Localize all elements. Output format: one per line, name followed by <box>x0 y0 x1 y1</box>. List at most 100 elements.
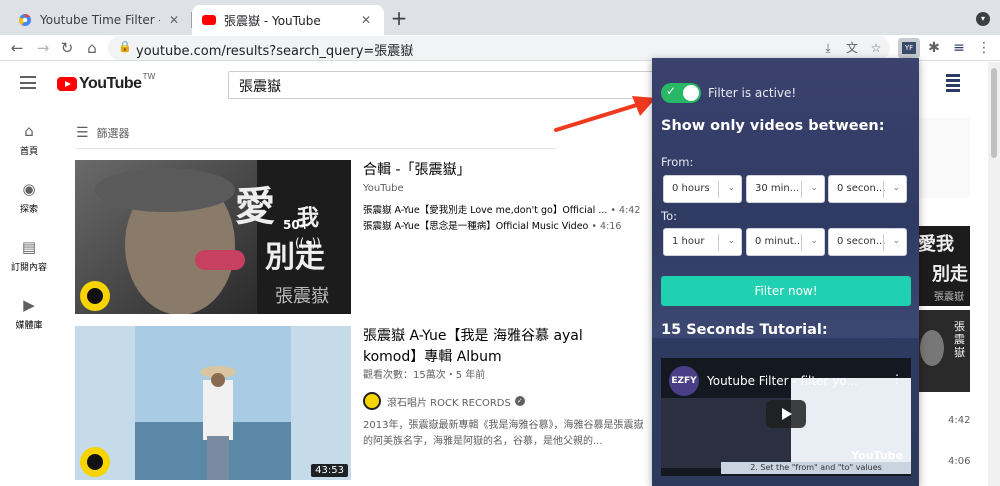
related-thumb <box>918 118 970 198</box>
library-icon: ▶ <box>23 296 35 314</box>
thumb-text: 張震嶽 <box>934 292 964 303</box>
chrome-menu-icon[interactable]: ⋮ <box>975 39 993 57</box>
close-tab-icon[interactable]: ✕ <box>358 13 374 27</box>
select-value: 1 hour <box>672 236 705 247</box>
sidebar-item-library[interactable]: ▶ 媒體庫 <box>0 296 58 331</box>
youtube-watermark[interactable]: YouTube <box>851 449 903 462</box>
chevron-down-icon: ⌄ <box>892 183 900 193</box>
playlist-item[interactable]: 張震嶽 A-Yue【愛我別走 Love me,don't go】Official… <box>363 203 653 219</box>
to-seconds-select[interactable]: 0 secon... ⌄ <box>828 228 907 256</box>
url-text: youtube.com/results?search_query=張震嶽 <box>136 44 414 59</box>
lock-icon: 🔒 <box>118 40 132 53</box>
sidebar-item-home[interactable]: ⌂ 首頁 <box>0 122 58 157</box>
address-bar[interactable]: 🔒 youtube.com/results?search_query=張震嶽 ⤓… <box>108 36 890 60</box>
video-caption: 2. Set the "from" and "to" values <box>721 462 911 474</box>
scrollbar-thumb[interactable] <box>991 68 997 158</box>
thumb-text: 張震嶽 <box>275 286 329 307</box>
related-duration: 4:06 <box>948 456 971 467</box>
to-hours-select[interactable]: 1 hour ⌄ <box>663 228 742 256</box>
more-options-icon[interactable]: ⋮ <box>891 372 903 386</box>
from-hours-select[interactable]: 0 hours ⌄ <box>663 175 742 203</box>
channel-name[interactable]: YouTube <box>363 181 653 197</box>
divider <box>76 148 556 149</box>
hamburger-menu-icon[interactable] <box>20 76 36 89</box>
filter-active-toggle[interactable]: ✓ <box>661 83 701 103</box>
chevron-down-icon: ⌄ <box>810 183 818 193</box>
video-thumbnail[interactable]: 43:53 <box>75 326 351 480</box>
play-button-icon[interactable] <box>766 400 806 428</box>
tab-strip: Youtube Time Filter - Chrome W ✕ 張震嶽 - Y… <box>0 0 1000 35</box>
select-divider <box>718 181 719 198</box>
logo-region: TW <box>142 72 156 81</box>
chevron-down-icon: ⌄ <box>727 236 735 246</box>
sidebar-item-label: 媒體庫 <box>15 321 43 331</box>
sidebar-item-label: 探索 <box>19 205 38 215</box>
playlist-item-duration: • 4:16 <box>591 221 622 232</box>
tutorial-video-embed[interactable]: EZFY Youtube Filter - filter yo... ⋮ You… <box>661 358 911 476</box>
channel-avatar <box>363 392 381 410</box>
thumbnail-image <box>75 326 351 480</box>
chevron-down-icon: ⌄ <box>810 236 818 246</box>
related-thumbnail[interactable]: 張震嶽 <box>918 310 970 392</box>
select-divider <box>801 181 802 198</box>
tutorial-heading: 15 Seconds Tutorial: <box>661 322 828 338</box>
to-minutes-select[interactable]: 0 minut... ⌄ <box>746 228 825 256</box>
playlist-count: 50+ <box>283 218 310 232</box>
filter-toggle[interactable]: ☰ 篩選器 <box>76 124 130 142</box>
related-duration: 4:42 <box>948 415 971 426</box>
translate-icon[interactable]: 文 <box>844 40 860 56</box>
face-shape <box>920 330 944 366</box>
install-icon[interactable]: ⤓ <box>820 40 836 56</box>
sidebar-item-explore[interactable]: ◉ 探索 <box>0 180 58 215</box>
check-icon: ✓ <box>666 84 677 98</box>
verified-icon: ✓ <box>514 396 525 406</box>
select-value: 30 min... <box>755 183 800 194</box>
video-info: 張震嶽 A-Yue【我是 海雅谷慕 ayal komod】專輯 Album 觀看… <box>363 326 653 450</box>
playlist-item[interactable]: 張震嶽 A-Yue【思念是一種病】Official Music Video • … <box>363 219 653 235</box>
tab-youtube[interactable]: 張震嶽 - YouTube ✕ <box>192 5 384 35</box>
video-duration: 43:53 <box>311 464 348 477</box>
thumb-text: 愛我 <box>918 234 954 255</box>
sidebar-item-subscriptions[interactable]: ▤ 訂閱內容 <box>0 238 58 273</box>
video-title[interactable]: 張震嶽 A-Yue【我是 海雅谷慕 ayal komod】專輯 Album <box>363 326 593 368</box>
playlist-item-duration: • 4:42 <box>610 205 641 216</box>
to-label: To: <box>661 209 677 223</box>
back-icon[interactable]: ← <box>6 37 28 59</box>
close-tab-icon[interactable]: ✕ <box>166 13 182 27</box>
filter-label: 篩選器 <box>96 127 130 140</box>
forward-icon[interactable]: → <box>32 37 54 59</box>
bookmark-star-icon[interactable]: ☆ <box>868 40 884 56</box>
playlist-item-title: 張震嶽 A-Yue【思念是一種病】Official Music Video <box>363 221 589 232</box>
related-thumbnail[interactable]: 愛我 別走 張震嶽 <box>918 226 970 306</box>
playlist-broadcast-icon: ((•)) <box>295 236 321 250</box>
embed-video-title[interactable]: Youtube Filter - filter yo... <box>707 374 858 388</box>
tab-title: Youtube Time Filter - Chrome W <box>40 13 160 27</box>
sidebar-item-label: 首頁 <box>19 147 38 157</box>
from-seconds-select[interactable]: 0 secon... ⌄ <box>828 175 907 203</box>
video-description: 2013年，張震嶽最新專輯《我是海雅谷慕》，海雅谷慕是張震嶽的阿美族名字，海雅是… <box>363 420 644 447</box>
video-title[interactable]: 合輯 -「張震嶽」 <box>363 160 653 181</box>
extensions-puzzle-icon[interactable]: ✱ <box>925 39 943 57</box>
extension-stack-icon[interactable] <box>946 74 960 94</box>
home-icon[interactable]: ⌂ <box>81 37 103 59</box>
time-filter-extension-icon[interactable]: YF <box>898 38 920 58</box>
chevron-down-icon: ⌄ <box>892 236 900 246</box>
from-label: From: <box>661 155 694 169</box>
extension-stack-icon[interactable]: ≡ <box>950 39 968 57</box>
from-minutes-select[interactable]: 30 min... ⌄ <box>746 175 825 203</box>
new-tab-button[interactable]: + <box>388 8 410 30</box>
popup-heading: Show only videos between: <box>661 118 885 134</box>
filter-now-button[interactable]: Filter now! <box>661 276 911 306</box>
filter-sliders-icon: ☰ <box>76 125 89 141</box>
reload-icon[interactable]: ↻ <box>56 37 78 59</box>
thumb-text: 別走 <box>932 264 968 285</box>
channel-avatar[interactable]: EZFY <box>669 366 699 396</box>
chrome-webstore-icon <box>18 13 31 26</box>
video-thumbnail[interactable]: 愛 我 別走 張震嶽 50+ ((•)) <box>75 160 351 314</box>
channel-row[interactable]: 滾石唱片 ROCK RECORDS ✓ <box>363 392 653 410</box>
annotation-arrow <box>554 96 656 132</box>
tab-search-icon[interactable]: ▾ <box>976 12 990 26</box>
tab-time-filter[interactable]: Youtube Time Filter - Chrome W ✕ <box>8 5 192 35</box>
youtube-logo[interactable]: YouTube TW <box>57 72 156 93</box>
select-divider <box>801 234 802 251</box>
